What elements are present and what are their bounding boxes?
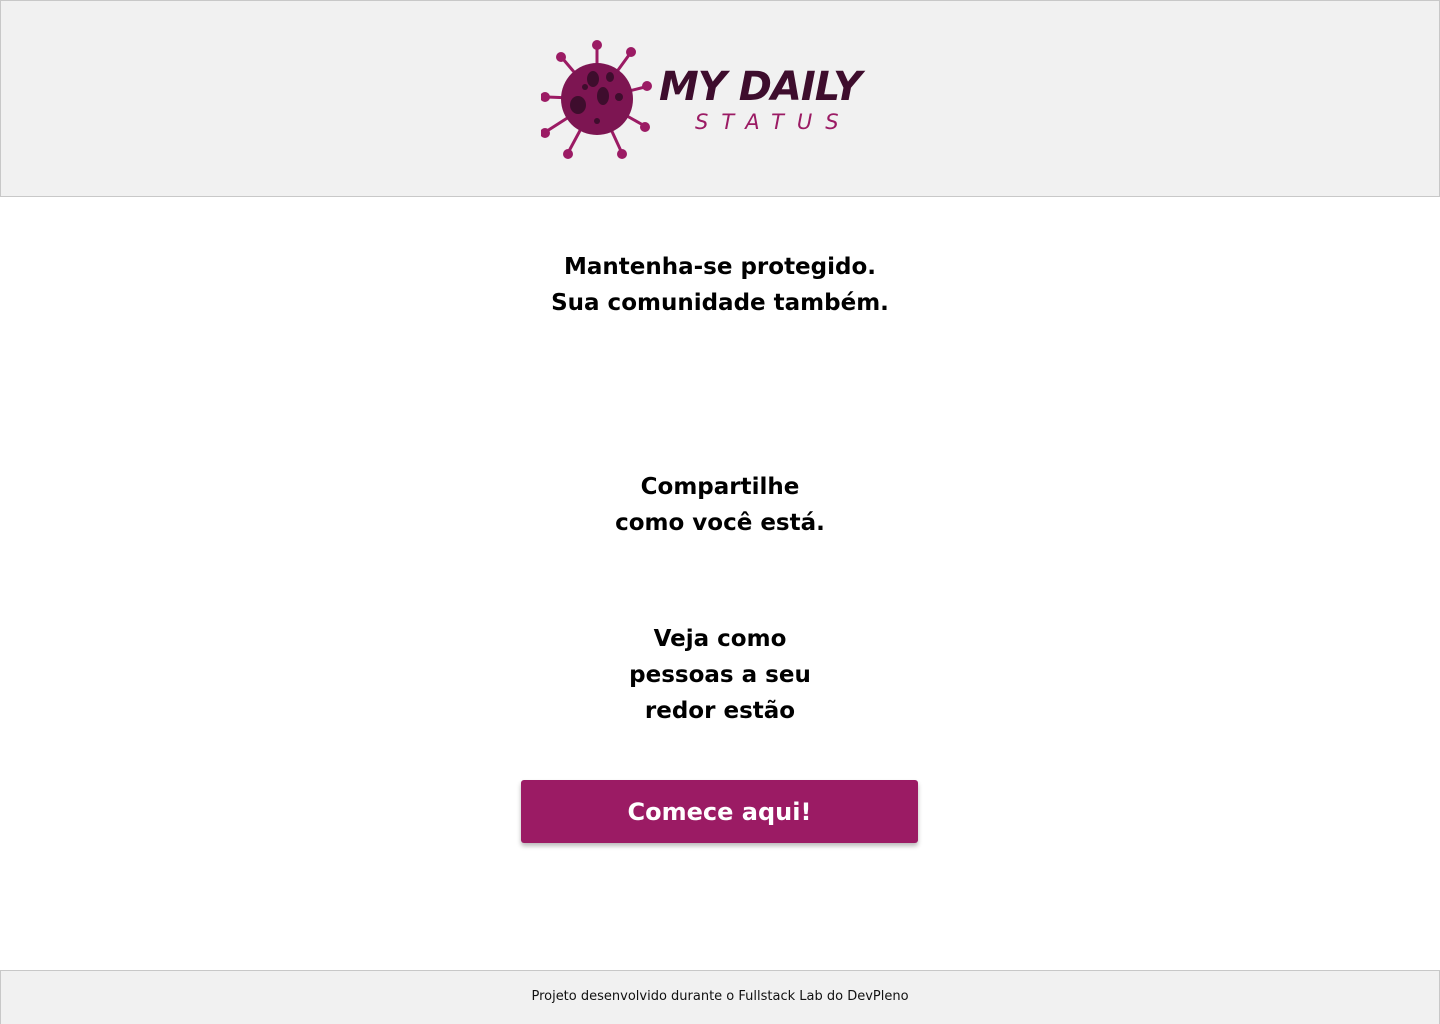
tagline-line: Sua comunidade também. — [551, 290, 889, 316]
tagline-see-others: Veja como pessoas a seu redor estão — [0, 621, 1440, 729]
logo[interactable]: MY DAILY STATUS — [541, 39, 901, 159]
start-button[interactable]: Comece aqui! — [521, 780, 918, 843]
tagline-protection: Mantenha-se protegido. Sua comunidade ta… — [0, 249, 1440, 321]
virus-icon — [541, 40, 652, 159]
logo-subtitle: STATUS — [695, 110, 852, 134]
logo-title: MY DAILY — [659, 64, 862, 110]
header: MY DAILY STATUS — [0, 0, 1440, 197]
tagline-line: Compartilhe — [640, 474, 800, 500]
page: MY DAILY STATUS Mantenha-se protegido. S… — [0, 0, 1440, 1024]
tagline-share: Compartilhe como você está. — [0, 469, 1440, 541]
footer: Projeto desenvolvido durante o Fullstack… — [0, 970, 1440, 1024]
footer-text: Projeto desenvolvido durante o Fullstack… — [531, 989, 909, 1004]
tagline-line: Mantenha-se protegido. — [563, 254, 877, 280]
tagline-line: pessoas a seu — [629, 662, 811, 688]
tagline-line: Veja como — [653, 626, 787, 652]
tagline-line: redor estão — [644, 698, 796, 724]
tagline-line: como você está. — [615, 510, 825, 536]
